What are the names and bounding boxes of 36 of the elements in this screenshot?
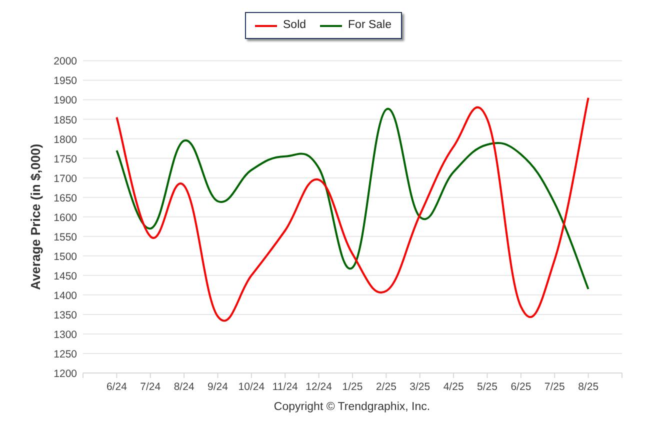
y-tick-label: 1900 [54, 94, 77, 107]
x-tick-label: 6/25 [510, 381, 532, 393]
x-tick-label: 12/24 [306, 381, 332, 393]
y-tick-label: 1450 [54, 270, 77, 282]
y-tick-label: 1550 [54, 231, 77, 244]
y-tick-label: 1700 [54, 172, 77, 185]
x-tick-label: 10/24 [238, 381, 265, 393]
y-tick-label: 1400 [54, 290, 77, 302]
y-tick-label: 1250 [54, 348, 77, 360]
y-tick-label: 1300 [54, 328, 77, 341]
x-tick-label: 8/24 [174, 381, 194, 393]
x-tick-label: 8/25 [578, 381, 599, 393]
x-tick-label: 7/25 [544, 381, 565, 393]
y-tick-label: 1200 [54, 368, 77, 380]
y-tick-label: 1950 [54, 75, 77, 88]
x-tick-label: 7/24 [140, 381, 161, 393]
y-tick-label: 1600 [54, 212, 77, 224]
y-tick-label: 1750 [54, 153, 77, 166]
y-tick-label: 1350 [54, 309, 77, 322]
y-axis-title: Average Price (in $,000) [28, 144, 43, 290]
y-tick-label: 1500 [54, 250, 77, 263]
x-tick-label: 11/24 [272, 381, 298, 393]
x-tick-label: 3/25 [410, 381, 430, 393]
x-tick-label: 9/24 [208, 381, 228, 393]
x-tick-label: 4/25 [443, 381, 464, 393]
y-tick-label: 1650 [54, 192, 77, 204]
y-tick-label: 1850 [54, 114, 77, 126]
x-tick-label: 1/25 [342, 381, 363, 393]
x-tick-label: 2/25 [376, 381, 396, 393]
y-tick-label: 1800 [54, 134, 77, 146]
x-tick-label: 6/24 [106, 381, 127, 393]
legend-label[interactable]: For Sale [348, 16, 392, 34]
x-tick-label: 5/25 [477, 381, 498, 393]
y-tick-label: 2000 [54, 56, 77, 68]
legend-label[interactable]: Sold [283, 16, 306, 34]
copyright-text: Copyright © Trendgraphix, Inc. [272, 400, 430, 415]
